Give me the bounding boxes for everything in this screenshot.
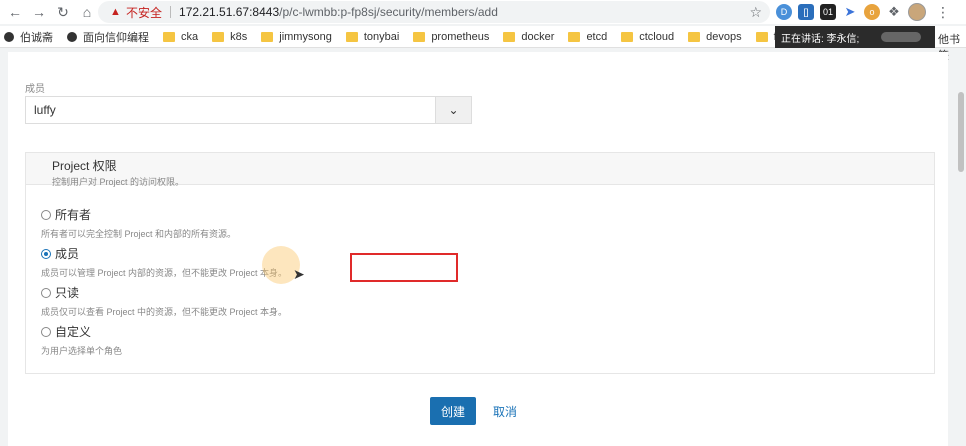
role-option-owner[interactable]: 所有者 所有者可以完全控制 Project 和内部的所有资源。	[41, 206, 236, 240]
reload-icon[interactable]: ↻	[54, 3, 72, 21]
address-bar[interactable]: ▲ 不安全 172.21.51.67:8443/p/c-lwmbb:p-fp8s…	[98, 1, 770, 23]
role-option-member[interactable]: 成员 成员可以管理 Project 内部的资源，但不能更改 Project 本身…	[41, 245, 287, 279]
url-text: 172.21.51.67:8443/p/c-lwmbb:p-fp8sj/secu…	[179, 5, 498, 19]
extension-bird-icon[interactable]: ➤	[842, 4, 858, 20]
divider	[170, 6, 172, 18]
chevron-down-icon[interactable]: ⌄	[436, 96, 472, 124]
extensions-bar: D [] 01 ➤ o ❖ ⋮	[776, 3, 950, 21]
option-label: 成员	[55, 247, 80, 261]
bookmark-folder[interactable]: devops	[688, 30, 742, 43]
bookmark-star-icon[interactable]: ☆	[749, 4, 762, 21]
bookmark-label: devops	[706, 30, 742, 43]
bookmark-folder[interactable]: k8s	[212, 31, 247, 43]
extension-d-icon[interactable]: D	[776, 4, 792, 20]
arrow-left-icon[interactable]: ←	[6, 3, 24, 21]
extension-puzzle-icon[interactable]: ❖	[886, 4, 902, 20]
folder-icon	[621, 31, 634, 42]
extension-binary-icon[interactable]: 01	[820, 4, 836, 20]
profile-avatar[interactable]	[908, 3, 926, 21]
insecure-label: 不安全	[126, 5, 163, 20]
bookmark-label: k8s	[230, 30, 248, 43]
bookmark-item[interactable]: 面向信仰编程	[67, 29, 149, 45]
scrollbar-thumb[interactable]	[958, 92, 964, 172]
url-host: 172.21.51.67:8443	[179, 5, 280, 19]
option-desc: 所有者可以完全控制 Project 和内部的所有资源。	[41, 229, 237, 239]
folder-icon	[568, 31, 581, 42]
url-path: /p/c-lwmbb:p-fp8sj/security/members/add	[279, 5, 498, 19]
option-label: 所有者	[55, 208, 92, 222]
bookmark-item[interactable]: 伯诚斋	[4, 29, 53, 45]
create-button[interactable]: 创建	[430, 397, 476, 425]
bookmark-label: prometheus	[431, 30, 490, 43]
bookmark-label: 面向信仰编程	[83, 31, 149, 44]
bookmark-folder[interactable]: tonybai	[345, 30, 400, 43]
speaking-text: 正在讲话: 李永信;	[781, 33, 860, 45]
project-permission-card: Project 权限 控制用户对 Project 的访问权限。 所有者 所有者可…	[25, 152, 935, 374]
page-content: 成员 luffy ⌄ Project 权限 控制用户对 Project 的访问权…	[8, 52, 948, 446]
arrow-right-icon[interactable]: →	[30, 3, 48, 21]
role-option-custom[interactable]: 自定义 为用户选择单个角色	[41, 323, 122, 357]
folder-icon	[413, 31, 426, 42]
folder-icon	[163, 31, 175, 42]
bookmark-folder[interactable]: jimmysong	[261, 31, 332, 43]
bookmark-folder[interactable]: docker	[503, 31, 554, 43]
member-select[interactable]: luffy	[25, 96, 436, 124]
blurred-area	[881, 32, 922, 42]
radio-readonly[interactable]	[41, 287, 51, 298]
folder-icon	[688, 31, 701, 42]
bookmark-label: ctcloud	[639, 30, 675, 43]
role-option-readonly[interactable]: 只读 成员仅可以查看 Project 中的资源，但不能更改 Project 本身…	[41, 284, 287, 318]
bookmark-folder[interactable]: prometheus	[413, 31, 489, 43]
option-label: 只读	[55, 286, 80, 300]
option-desc: 成员仅可以查看 Project 中的资源，但不能更改 Project 本身。	[41, 307, 288, 317]
permission-header: Project 权限 控制用户对 Project 的访问权限。	[26, 153, 934, 187]
folder-icon	[345, 31, 358, 42]
browser-toolbar: ← → ↻ ⌂ ▲ 不安全 172.21.51.67:8443/p/c-lwmb…	[0, 0, 966, 24]
permission-subtitle: 控制用户对 Project 的访问权限。	[52, 177, 185, 187]
cancel-button[interactable]: 取消	[493, 403, 517, 420]
folder-icon	[261, 31, 274, 42]
bookmark-label: cka	[181, 30, 199, 43]
mouse-cursor-icon: ➤	[293, 266, 305, 282]
bookmark-label: etcd	[586, 30, 608, 43]
member-label: 成员	[25, 84, 45, 95]
bookmark-label: 伯诚斋	[20, 31, 53, 44]
warning-triangle-icon: ▲	[110, 6, 121, 18]
option-desc: 为用户选择单个角色	[41, 346, 123, 356]
radio-custom[interactable]	[41, 326, 51, 337]
bookmark-folder[interactable]: ctcloud	[621, 31, 674, 43]
scrollbar[interactable]	[956, 52, 966, 446]
bookmark-label: jimmysong	[279, 30, 332, 43]
permission-title: Project 权限	[52, 159, 117, 173]
home-icon[interactable]: ⌂	[78, 3, 96, 21]
menu-dots-icon[interactable]: ⋮	[936, 4, 950, 21]
bookmark-label: docker	[521, 30, 555, 43]
bookmark-label: tonybai	[363, 30, 400, 43]
site-icon	[4, 31, 14, 42]
folder-icon	[503, 31, 516, 42]
option-label: 自定义	[55, 325, 92, 339]
option-desc: 成员可以管理 Project 内部的资源，但不能更改 Project 本身。	[41, 268, 288, 278]
radio-member[interactable]	[41, 248, 51, 259]
extension-chrome-icon[interactable]: o	[864, 4, 880, 20]
speaking-indicator: 正在讲话: 李永信;	[775, 26, 935, 48]
bookmark-folder[interactable]: cka	[163, 31, 198, 43]
folder-icon	[212, 31, 225, 42]
annotation-box	[350, 253, 458, 282]
radio-owner[interactable]	[41, 209, 51, 220]
folder-icon	[755, 31, 768, 42]
extension-translate-icon[interactable]: []	[798, 4, 814, 20]
bookmark-folder[interactable]: etcd	[568, 31, 607, 43]
site-icon	[67, 31, 77, 42]
